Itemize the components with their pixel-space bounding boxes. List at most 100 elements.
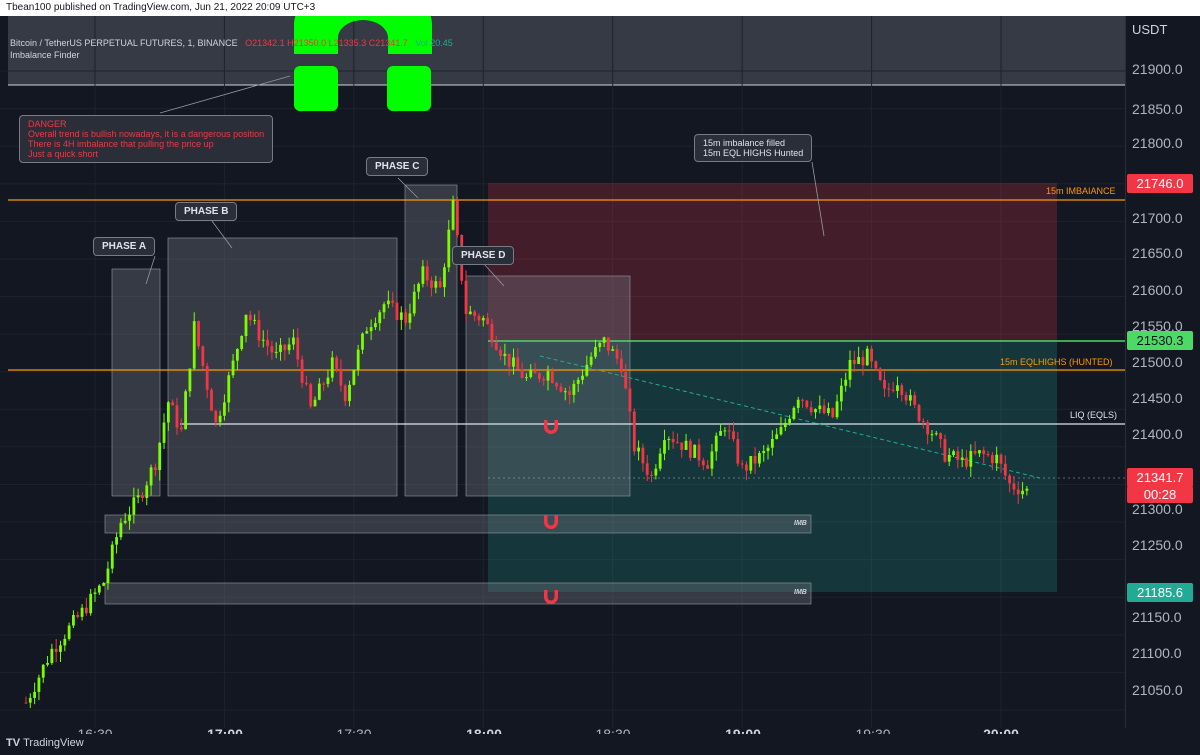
tradingview-logo[interactable]: TV TradingView [6, 737, 84, 749]
candle-body [348, 384, 351, 402]
price-tick: 21800.0 [1132, 135, 1183, 151]
candle-body [740, 463, 744, 465]
candle-body [153, 467, 157, 471]
candle-body [572, 383, 576, 395]
candle-body [235, 348, 239, 361]
candle-body [693, 444, 697, 458]
candle-body [688, 440, 692, 458]
footer: TV TradingView [0, 734, 1200, 755]
price-tick: 21600.0 [1132, 282, 1183, 298]
volume-value: Vol 20.45 [415, 38, 453, 48]
candle-body [300, 359, 304, 383]
candle-body [637, 447, 641, 452]
candle-body [93, 592, 97, 594]
phase-a-label[interactable]: PHASE A [93, 237, 156, 256]
candle-body [179, 427, 183, 430]
candle-body [913, 395, 917, 405]
candle-body [723, 430, 727, 432]
candle-body [1003, 463, 1007, 476]
candle-body [732, 431, 735, 440]
candle-body [80, 607, 84, 617]
candle-body [408, 313, 412, 323]
candle-body [891, 389, 895, 391]
candle-body [956, 451, 960, 460]
candle-body [248, 314, 252, 321]
candle-body [356, 349, 360, 370]
candle-body [399, 312, 403, 320]
candle-body [477, 315, 481, 321]
phase-d-label[interactable]: PHASE D [452, 246, 515, 265]
candle-body [883, 379, 886, 389]
candle-body [576, 379, 580, 384]
candle-body [231, 360, 235, 376]
candle-body [283, 344, 287, 351]
candle-body [757, 453, 761, 464]
candle-body [831, 408, 835, 418]
candle-body [110, 544, 114, 569]
price-tick: 21500.0 [1132, 354, 1183, 370]
candle-body [706, 465, 710, 469]
candle-body [97, 585, 101, 593]
candle-body [266, 339, 269, 347]
candle-body [443, 267, 446, 288]
candle-body [965, 457, 968, 467]
candle-body [434, 281, 438, 288]
imb-box-1 [104, 514, 812, 534]
indicator-name[interactable]: Imbalance Finder [10, 50, 80, 60]
candle-body [503, 353, 507, 356]
candle-body [645, 463, 649, 475]
price-tick: 21100.0 [1132, 645, 1182, 661]
candle-body [710, 451, 714, 469]
candle-body [727, 430, 731, 432]
candle-body [529, 370, 533, 378]
axis-unit: USDT [1132, 22, 1168, 37]
candle-body [753, 455, 757, 464]
chart-area[interactable]: Bitcoin / TetherUS PERPETUAL FUTURES, 1,… [0, 0, 1125, 742]
symbol-name: Bitcoin / TetherUS PERPETUAL FUTURES, 1,… [10, 38, 238, 48]
candle-body [361, 333, 364, 350]
candle-body [792, 407, 796, 419]
candle-body [145, 485, 149, 498]
candle-body [50, 648, 54, 664]
target-price-tag: 21185.6 [1127, 583, 1193, 602]
candle-body [533, 370, 537, 374]
candle-body [404, 312, 408, 323]
eqlhighs-label: 15m EQLHIGHS (HUNTED) [1000, 357, 1113, 367]
filled-note[interactable]: 15m imbalance filled 15m EQL HIGHS Hunte… [694, 134, 813, 162]
candle-body [274, 351, 278, 353]
candle-body [986, 454, 990, 456]
candle-body [296, 337, 300, 360]
candle-body [775, 434, 779, 439]
candle-body [805, 400, 809, 408]
candle-body [788, 418, 792, 423]
candle-body [1021, 490, 1024, 495]
candle-body [378, 312, 382, 324]
candle-body [619, 358, 623, 373]
candle-body [900, 385, 904, 395]
candle-body [223, 402, 226, 416]
candle-body [89, 593, 93, 614]
phase-a-box [111, 268, 161, 497]
candle-body [451, 200, 455, 230]
symbol-legend[interactable]: Bitcoin / TetherUS PERPETUAL FUTURES, 1,… [10, 38, 453, 48]
candle-body [507, 353, 511, 367]
candle-body [205, 365, 209, 390]
candle-body [201, 346, 205, 366]
candle-body [197, 321, 200, 347]
candle-body [330, 357, 334, 378]
phase-c-label[interactable]: PHASE C [366, 157, 429, 176]
candle-body [214, 410, 218, 423]
candle-body [585, 364, 589, 376]
candle-body [563, 391, 567, 393]
candle-body [132, 497, 136, 515]
phase-b-label[interactable]: PHASE B [175, 202, 238, 221]
candle-body [602, 337, 606, 343]
candle-body [930, 434, 934, 436]
candle-body [857, 357, 861, 365]
candle-body [865, 348, 869, 366]
candle-body [171, 402, 175, 406]
candle-body [818, 405, 822, 410]
candle-body [76, 614, 80, 617]
candle-body [939, 433, 943, 440]
danger-note[interactable]: DANGER Overall trend is bullish nowadays… [19, 115, 274, 163]
